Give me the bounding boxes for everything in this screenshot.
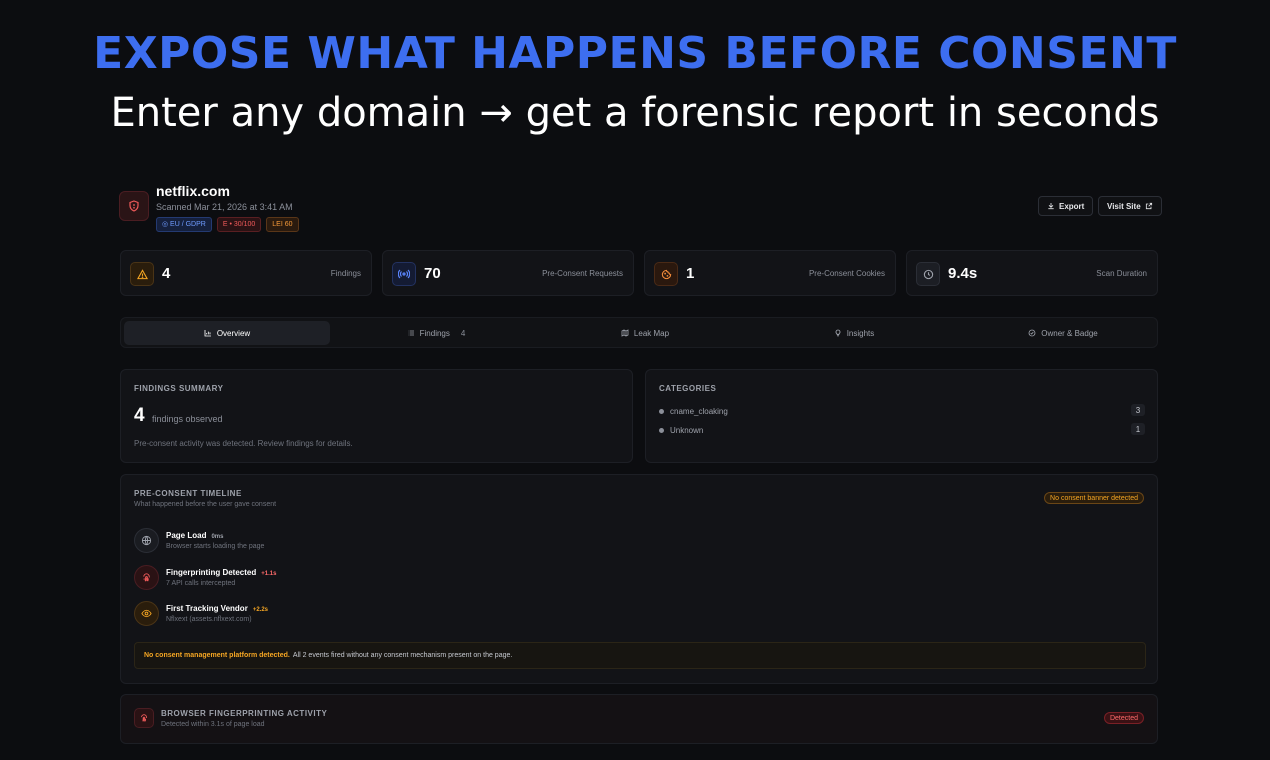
fingerprint-icon [134, 565, 159, 590]
consent-warning: No consent management platform detected.… [134, 642, 1146, 669]
stat-card-duration: 9.4s Scan Duration [906, 250, 1158, 296]
event-description: Nflxext (assets.nflxext.com) [166, 616, 252, 623]
timeline-subtitle: What happened before the user gave conse… [134, 501, 277, 508]
warning-bold: No consent management platform detected. [144, 652, 290, 659]
panel-title: FINDINGS SUMMARY [134, 384, 224, 393]
visit-site-button[interactable]: Visit Site [1098, 196, 1162, 216]
event-name: First Tracking Vendor [166, 604, 248, 613]
category-count: 1 [1131, 423, 1145, 435]
timeline-event: Page Load 0ms Browser starts loading the … [134, 528, 534, 554]
stat-value: 4 [162, 265, 171, 282]
report-tabs: Overview Findings 4 Leak Map Insights Ow… [120, 317, 1158, 348]
visit-site-label: Visit Site [1107, 201, 1141, 211]
categories-panel: CATEGORIES cname_cloaking 3 Unknown 1 [645, 369, 1158, 463]
timeline-event: Fingerprinting Detected +1.1s 7 API calls… [134, 565, 534, 591]
tab-label: Leak Map [633, 328, 670, 338]
summary-description: Pre-consent activity was detected. Revie… [134, 439, 353, 448]
stat-card-cookies: 1 Pre-Consent Cookies [644, 250, 896, 296]
tab-owner-badge[interactable]: Owner & Badge [960, 321, 1166, 345]
external-link-icon [1145, 202, 1152, 210]
site-domain: netflix.com [156, 183, 230, 199]
findings-count-label: findings observed [152, 414, 223, 424]
event-time: +1.1s [261, 571, 277, 577]
fingerprinting-panel[interactable]: BROWSER FINGERPRINTING ACTIVITY Detected… [120, 694, 1158, 744]
event-description: Browser starts loading the page [166, 543, 265, 550]
list-icon [407, 330, 414, 336]
cookie-icon [654, 262, 678, 286]
category-row: Unknown 1 [659, 423, 1145, 437]
chart-icon [204, 330, 211, 337]
category-count: 3 [1131, 404, 1145, 416]
event-description: 7 API calls intercepted [166, 580, 236, 587]
eye-icon [134, 601, 159, 626]
findings-count: 4 [134, 405, 145, 426]
fingerprinting-subtitle: Detected within 3.1s of page load [161, 721, 265, 728]
shield-icon [119, 191, 149, 221]
stat-label: Findings [330, 269, 361, 278]
broadcast-icon [392, 262, 416, 286]
event-time: +2.2s [252, 607, 268, 613]
lei-badge: LEI 60 [266, 217, 299, 232]
event-name: Page Load [166, 531, 207, 540]
tab-count: 4 [460, 328, 466, 338]
panel-title: BROWSER FINGERPRINTING ACTIVITY [161, 709, 328, 718]
export-button[interactable]: Export [1038, 196, 1094, 216]
stat-value: 70 [424, 265, 441, 282]
stat-label: Scan Duration [1096, 269, 1147, 278]
tab-leak-map[interactable]: Leak Map [542, 321, 748, 345]
stat-value: 9.4s [948, 265, 978, 282]
timeline-event: First Tracking Vendor +2.2s Nflxext (asse… [134, 601, 534, 627]
download-icon [1048, 203, 1054, 210]
stat-label: Pre-Consent Requests [542, 269, 623, 278]
stat-card-findings: 4 Findings [120, 250, 372, 296]
map-icon [621, 329, 629, 337]
tab-overview[interactable]: Overview [124, 321, 330, 345]
hero-title: EXPOSE WHAT HAPPENS BEFORE CONSENT [93, 28, 1177, 79]
tab-label: Insights [846, 328, 875, 338]
category-name: cname_cloaking [670, 406, 728, 416]
findings-summary-panel: FINDINGS SUMMARY 4 findings observed Pre… [120, 369, 633, 463]
tab-label: Overview [216, 328, 251, 338]
stat-value: 1 [686, 265, 695, 282]
fingerprint-icon [134, 708, 154, 728]
tab-label: Findings [419, 328, 450, 338]
scan-timestamp: Scanned Mar 21, 2026 at 3:41 AM [156, 202, 293, 212]
panel-title: CATEGORIES [659, 384, 717, 393]
event-time: 0ms [211, 534, 224, 540]
tab-insights[interactable]: Insights [751, 321, 957, 345]
panel-title: PRE-CONSENT TIMELINE [134, 489, 242, 498]
bullet-icon [659, 408, 664, 414]
status-badge: No consent banner detected [1044, 492, 1144, 504]
stat-label: Pre-Consent Cookies [808, 269, 885, 278]
grade-badge: E • 30/100 [216, 217, 262, 232]
export-label: Export [1059, 201, 1085, 211]
detected-badge: Detected [1103, 712, 1144, 724]
timeline-panel: PRE-CONSENT TIMELINE What happened befor… [120, 474, 1158, 684]
site-badges: ◎ EU / GDPR E • 30/100 LEI 60 [156, 217, 299, 232]
hero-subtitle: Enter any domain → get a forensic report… [110, 90, 1160, 136]
stat-card-requests: 70 Pre-Consent Requests [382, 250, 634, 296]
globe-icon [134, 528, 159, 553]
category-row: cname_cloaking 3 [659, 404, 1145, 418]
event-name: Fingerprinting Detected [166, 568, 257, 577]
tab-findings[interactable]: Findings 4 [333, 321, 539, 345]
region-badge: ◎ EU / GDPR [156, 217, 212, 232]
report-app: netflix.com Scanned Mar 21, 2026 at 3:41… [112, 172, 1166, 760]
warning-icon [130, 262, 154, 286]
check-circle-icon [1028, 329, 1036, 337]
lightbulb-icon [835, 329, 841, 337]
warning-text: All 2 events fired without any consent m… [292, 652, 513, 659]
category-name: Unknown [670, 425, 704, 435]
bullet-icon [659, 427, 664, 433]
tab-label: Owner & Badge [1041, 328, 1098, 338]
clock-icon [916, 262, 940, 286]
